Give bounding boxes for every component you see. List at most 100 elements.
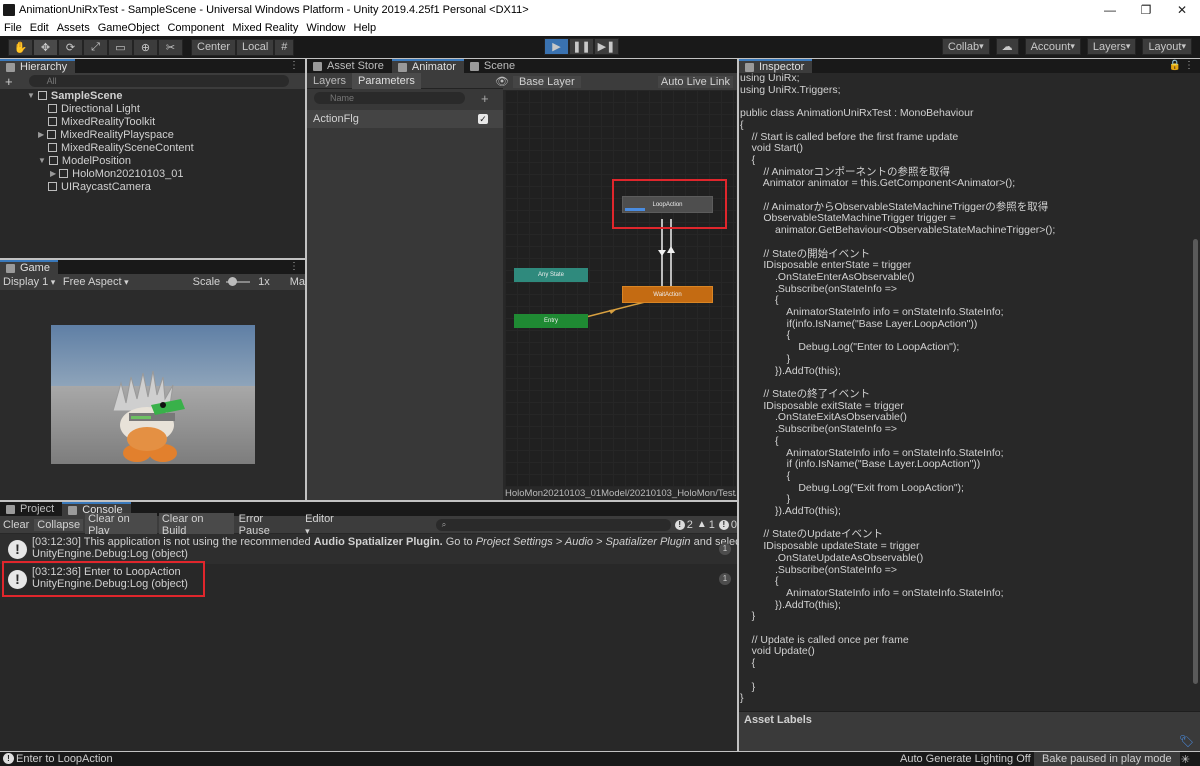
hierarchy-item[interactable]: ▶ HoloMon20210103_01 <box>50 167 183 180</box>
grid-snap-button[interactable]: # <box>274 38 295 56</box>
tab-inspector[interactable]: Inspector <box>739 59 813 73</box>
hierarchy-item[interactable]: Directional Light <box>48 102 140 115</box>
status-info-icon: ! <box>3 753 14 764</box>
gameobject-icon <box>48 143 57 152</box>
menu-component[interactable]: Component <box>167 22 224 34</box>
code-line: if(info.IsName("Base Layer.LoopAction")) <box>740 317 978 330</box>
hierarchy-item[interactable]: ▼ SampleScene <box>27 89 122 102</box>
auto-live-link-button[interactable]: Auto Live Link <box>657 75 733 88</box>
highlight-box <box>612 179 727 229</box>
menu-edit[interactable]: Edit <box>30 22 49 34</box>
menu-file[interactable]: File <box>4 22 22 34</box>
state-any[interactable]: Any State <box>514 268 588 282</box>
panel-menu-icon[interactable]: ⋮ <box>289 261 299 272</box>
panel-menu-icon[interactable]: ⋮ <box>289 60 299 71</box>
animator-footer-path: HoloMon20210103_01Model/20210103_HoloMon… <box>505 488 736 500</box>
subtab-parameters[interactable]: Parameters <box>352 72 421 89</box>
code-line: AnimatorStateInfo info = onStateInfo.Sta… <box>740 586 1004 599</box>
hierarchy-item[interactable]: MixedRealitySceneContent <box>48 141 194 154</box>
hierarchy-item[interactable]: ▶ MixedRealityPlayspace <box>38 128 174 141</box>
asset-labels-section[interactable]: Asset Labels 🏷 <box>739 711 1200 751</box>
play-button[interactable]: ▶ <box>544 38 569 55</box>
cloud-icon[interactable]: ☁ <box>995 38 1019 55</box>
restore-button[interactable]: ❐ <box>1128 3 1164 17</box>
entry-transition-arrowhead <box>609 309 617 314</box>
code-line: { <box>740 469 791 482</box>
clear-on-build-button[interactable]: Clear on Build <box>158 512 234 537</box>
tab-game[interactable]: Game <box>0 260 58 274</box>
base-layer-breadcrumb[interactable]: Base Layer <box>512 75 581 88</box>
game-viewport[interactable] <box>51 325 255 464</box>
animator-left-pane: Layers Parameters Name + ActionFlg ✓ <box>307 72 503 500</box>
status-message[interactable]: Enter to LoopAction <box>16 753 113 765</box>
tab-project[interactable]: Project <box>0 502 63 516</box>
collab-dropdown[interactable]: Collab <box>941 38 990 55</box>
pivot-local-button[interactable]: Local <box>236 38 275 56</box>
parameter-checkbox[interactable]: ✓ <box>478 114 488 124</box>
layers-dropdown[interactable]: Layers <box>1086 38 1137 55</box>
panel-menu-icon[interactable]: 🔒 ⋮ <box>1169 60 1194 71</box>
state-entry[interactable]: Entry <box>514 314 588 328</box>
tag-icon[interactable]: 🏷 <box>1179 734 1194 748</box>
hierarchy-item[interactable]: UIRaycastCamera <box>48 180 151 193</box>
menu-assets[interactable]: Assets <box>57 22 90 34</box>
menu-gameobject[interactable]: GameObject <box>98 22 160 34</box>
error-pause-button[interactable]: Error Pause <box>236 513 300 537</box>
scale-slider[interactable] <box>226 277 251 286</box>
scene-icon <box>469 61 479 71</box>
inspector-scrollbar[interactable] <box>1193 239 1198 684</box>
code-line: { <box>740 657 756 670</box>
hand-tool-button[interactable]: ✋ <box>8 38 33 56</box>
character-belly <box>127 427 167 451</box>
menu-mixed-reality[interactable]: Mixed Reality <box>232 22 298 34</box>
code-line: .Subscribe(onStateInfo => <box>740 282 898 295</box>
move-tool-button[interactable]: ✥ <box>33 38 58 56</box>
state-wait-action[interactable]: WaitAction <box>622 286 713 303</box>
parameter-search-input[interactable]: Name <box>314 92 465 104</box>
subtab-layers[interactable]: Layers <box>307 75 352 87</box>
info-icon: ▲ <box>696 519 707 530</box>
tab-hierarchy[interactable]: Hierarchy <box>0 59 76 73</box>
hierarchy-item[interactable]: ▼ ModelPosition <box>38 154 131 167</box>
tab-animator[interactable]: Animator <box>391 59 464 73</box>
clear-on-play-button[interactable]: Clear on Play <box>85 512 157 537</box>
code-line: Debug.Log("Exit from LoopAction"); <box>740 481 964 494</box>
warning-count-toggle[interactable]: ! 2 <box>674 519 693 531</box>
scene-icon <box>37 91 47 100</box>
tab-scene[interactable]: Scene <box>463 59 524 73</box>
pause-button[interactable]: ❚❚ <box>569 38 594 55</box>
eye-icon[interactable]: 👁 <box>495 75 509 88</box>
log-message: [03:12:30] This application is not using… <box>32 536 778 548</box>
collapse-button[interactable]: Collapse <box>34 518 84 531</box>
rect-tool-button[interactable]: ▭ <box>108 38 133 56</box>
clear-button[interactable]: Clear <box>0 519 32 531</box>
pivot-center-button[interactable]: Center <box>191 38 237 56</box>
add-parameter-button[interactable]: + <box>481 91 489 106</box>
parameter-row[interactable]: ActionFlg ✓ <box>307 110 503 128</box>
account-dropdown[interactable]: Account <box>1024 38 1081 55</box>
maximize-toggle[interactable]: Ma <box>290 276 305 288</box>
console-search-input[interactable]: ⌕ <box>435 518 671 531</box>
scale-tool-button[interactable]: ⤢ <box>83 38 108 56</box>
custom-tool-button[interactable]: ✂ <box>158 38 183 56</box>
code-line: } <box>740 680 756 693</box>
editor-dropdown[interactable]: Editor <box>302 513 344 537</box>
console-log-row[interactable]: ! [03:12:30] This application is not usi… <box>0 534 777 564</box>
menu-window[interactable]: Window <box>306 22 345 34</box>
step-button[interactable]: ▶❚ <box>594 38 619 55</box>
hierarchy-item[interactable]: MixedRealityToolkit <box>48 115 155 128</box>
error-count-toggle[interactable]: ! 0 <box>718 519 737 531</box>
display-dropdown[interactable]: Display 1 <box>3 276 63 288</box>
layout-dropdown[interactable]: Layout <box>1142 38 1192 55</box>
aspect-dropdown[interactable]: Free Aspect <box>63 276 189 288</box>
rotate-tool-button[interactable]: ⟳ <box>58 38 83 56</box>
add-button[interactable]: + <box>5 74 13 89</box>
search-input[interactable]: All <box>28 75 289 87</box>
close-button[interactable]: ✕ <box>1164 3 1200 17</box>
scale-value: 1x <box>258 276 270 288</box>
transform-tool-button[interactable]: ⊕ <box>133 38 158 56</box>
info-count-toggle[interactable]: ▲ 1 <box>697 519 715 531</box>
tab-asset-store[interactable]: Asset Store <box>307 59 392 73</box>
minimize-button[interactable]: — <box>1092 3 1128 17</box>
menu-help[interactable]: Help <box>354 22 377 34</box>
